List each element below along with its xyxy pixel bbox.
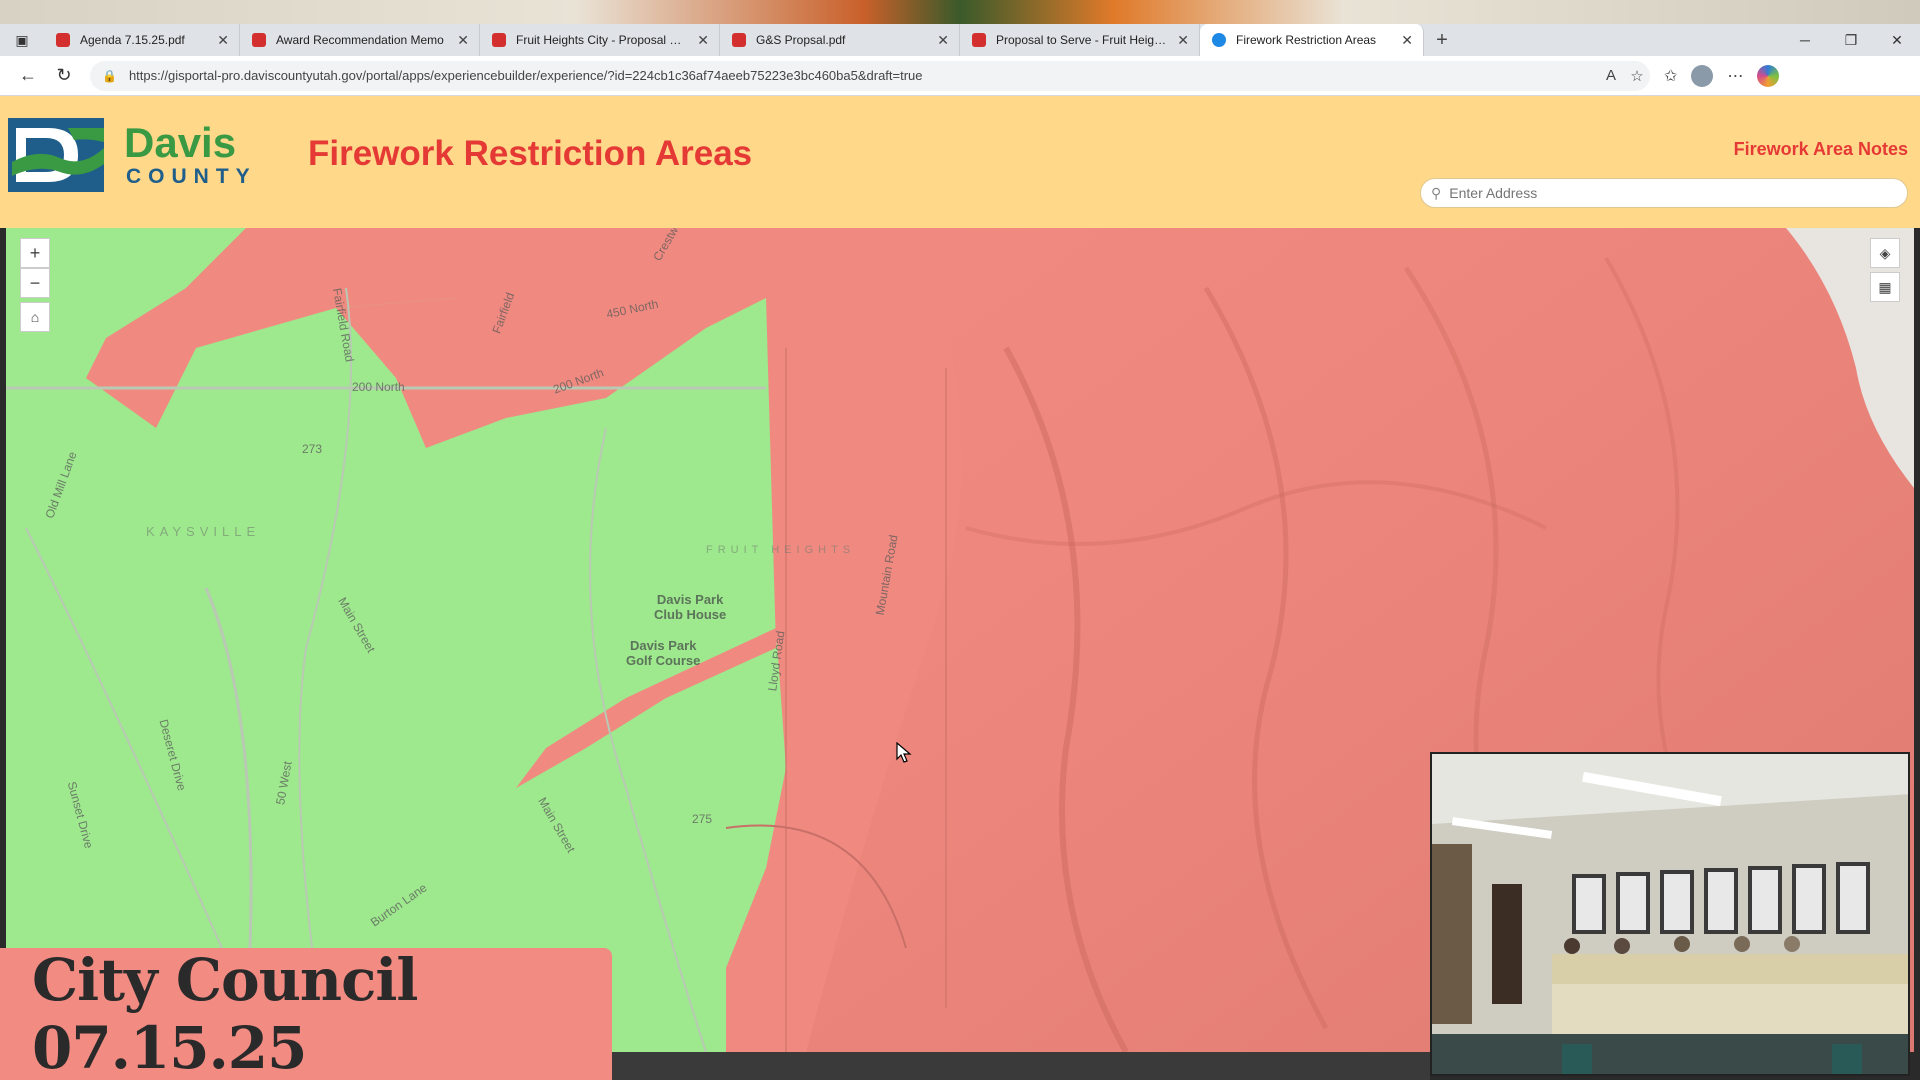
browser-toolbar: ✩ ⋯ xyxy=(1664,64,1780,87)
map-label-hwy-273: 273 xyxy=(302,442,323,456)
map-label-davis-park-golf-course: Davis Park Golf Course xyxy=(626,638,701,668)
browser-address-bar: ← ↻ 🔒 https://gisportal-pro.daviscountyu… xyxy=(0,56,1920,96)
url-field[interactable]: 🔒 https://gisportal-pro.daviscountyutah.… xyxy=(90,60,1650,91)
refresh-icon[interactable]: ↻ xyxy=(46,58,82,94)
pdf-icon xyxy=(972,33,986,47)
pdf-icon xyxy=(732,33,746,47)
pdf-icon xyxy=(56,33,70,47)
meeting-caption-text: City Council 07.15.25 xyxy=(32,946,418,1080)
tab-label: Award Recommendation Memo xyxy=(276,33,444,47)
url-text: https://gisportal-pro.daviscountyutah.go… xyxy=(128,68,923,83)
close-icon[interactable]: ✕ xyxy=(697,32,709,49)
close-icon[interactable]: ✕ xyxy=(457,32,469,49)
minimize-icon[interactable]: ─ xyxy=(1782,24,1828,56)
zoom-in-button[interactable]: + xyxy=(20,238,50,268)
tab-label: Fruit Heights City - Proposal date xyxy=(516,33,688,47)
zoom-out-button[interactable]: − xyxy=(20,268,50,298)
map-label-200-north: 200 North xyxy=(352,380,405,394)
back-arrow-icon[interactable]: ← xyxy=(10,58,46,94)
map-label-davis-park-club-house: Davis Park Club House xyxy=(654,592,727,622)
close-icon[interactable]: ✕ xyxy=(937,32,949,49)
tab-firework-restriction-areas[interactable]: Firework Restriction Areas ✕ xyxy=(1200,24,1424,56)
browser-tab-bar: ▣ Agenda 7.15.25.pdf ✕ Award Recommendat… xyxy=(0,24,1920,56)
tab-gs-proposal[interactable]: G&S Propsal.pdf ✕ xyxy=(720,24,960,56)
tab-actions-icon[interactable]: ▣ xyxy=(0,24,44,56)
read-aloud-icon[interactable]: A xyxy=(1598,67,1624,84)
close-icon[interactable]: ✕ xyxy=(1177,32,1189,49)
background-strip xyxy=(0,0,1920,24)
map-label-kaysville: KAYSVILLE xyxy=(146,524,261,539)
more-options-icon[interactable]: ⋯ xyxy=(1727,66,1743,86)
tab-label: Proposal to Serve - Fruit Heights xyxy=(996,33,1168,47)
favorites-icon[interactable]: ✩ xyxy=(1664,66,1677,86)
layers-icon[interactable]: ◈ xyxy=(1870,238,1900,268)
tab-agenda[interactable]: Agenda 7.15.25.pdf ✕ xyxy=(44,24,240,56)
brand-name: Davis xyxy=(124,119,237,166)
copilot-icon[interactable] xyxy=(1757,64,1780,87)
close-icon[interactable]: ✕ xyxy=(217,32,229,49)
favorite-star-icon[interactable]: ☆ xyxy=(1624,67,1650,85)
bottom-strip xyxy=(612,1052,1430,1080)
davis-county-logo-icon xyxy=(8,118,104,192)
app-header: Davis COUNTY Firework Restriction Areas … xyxy=(0,96,1920,228)
mouse-cursor-icon xyxy=(896,742,912,763)
tab-fruit-heights-proposal[interactable]: Fruit Heights City - Proposal date ✕ xyxy=(480,24,720,56)
meeting-video-inset xyxy=(1430,752,1910,1076)
firework-area-notes-link[interactable]: Firework Area Notes xyxy=(1734,139,1908,160)
pdf-icon xyxy=(252,33,266,47)
tab-label: G&S Propsal.pdf xyxy=(756,33,846,47)
restore-icon[interactable]: ❐ xyxy=(1828,24,1874,56)
new-tab-button[interactable]: + xyxy=(1424,24,1460,56)
profile-avatar-icon[interactable] xyxy=(1691,64,1714,87)
tab-proposal-to-serve[interactable]: Proposal to Serve - Fruit Heights ✕ xyxy=(960,24,1200,56)
lock-icon: 🔒 xyxy=(102,68,117,83)
basemap-gallery-icon[interactable]: ▦ xyxy=(1870,272,1900,302)
council-chamber-video-frame xyxy=(1432,754,1908,1074)
page-title: Firework Restriction Areas xyxy=(308,134,753,173)
home-icon[interactable]: ⌂ xyxy=(20,302,50,332)
pdf-icon xyxy=(492,33,506,47)
tab-label: Firework Restriction Areas xyxy=(1236,33,1377,47)
address-search-input[interactable] xyxy=(1449,185,1890,201)
address-search-box[interactable]: ⚲ xyxy=(1420,178,1908,208)
meeting-caption-banner: City Council 07.15.25 xyxy=(0,946,612,1080)
tab-label: Agenda 7.15.25.pdf xyxy=(80,33,185,47)
window-controls: ─ ❐ ✕ xyxy=(1782,24,1920,56)
brand-subtitle: COUNTY xyxy=(126,165,257,188)
globe-icon xyxy=(1212,33,1226,47)
close-window-icon[interactable]: ✕ xyxy=(1874,24,1920,56)
map-label-fruit-heights: FRUIT HEIGHTS xyxy=(706,544,856,556)
screen: ▣ Agenda 7.15.25.pdf ✕ Award Recommendat… xyxy=(0,0,1920,1080)
search-icon: ⚲ xyxy=(1431,184,1442,201)
tab-award-memo[interactable]: Award Recommendation Memo ✕ xyxy=(240,24,480,56)
map-label-hwy-275: 275 xyxy=(692,812,713,826)
close-icon[interactable]: ✕ xyxy=(1401,32,1413,49)
